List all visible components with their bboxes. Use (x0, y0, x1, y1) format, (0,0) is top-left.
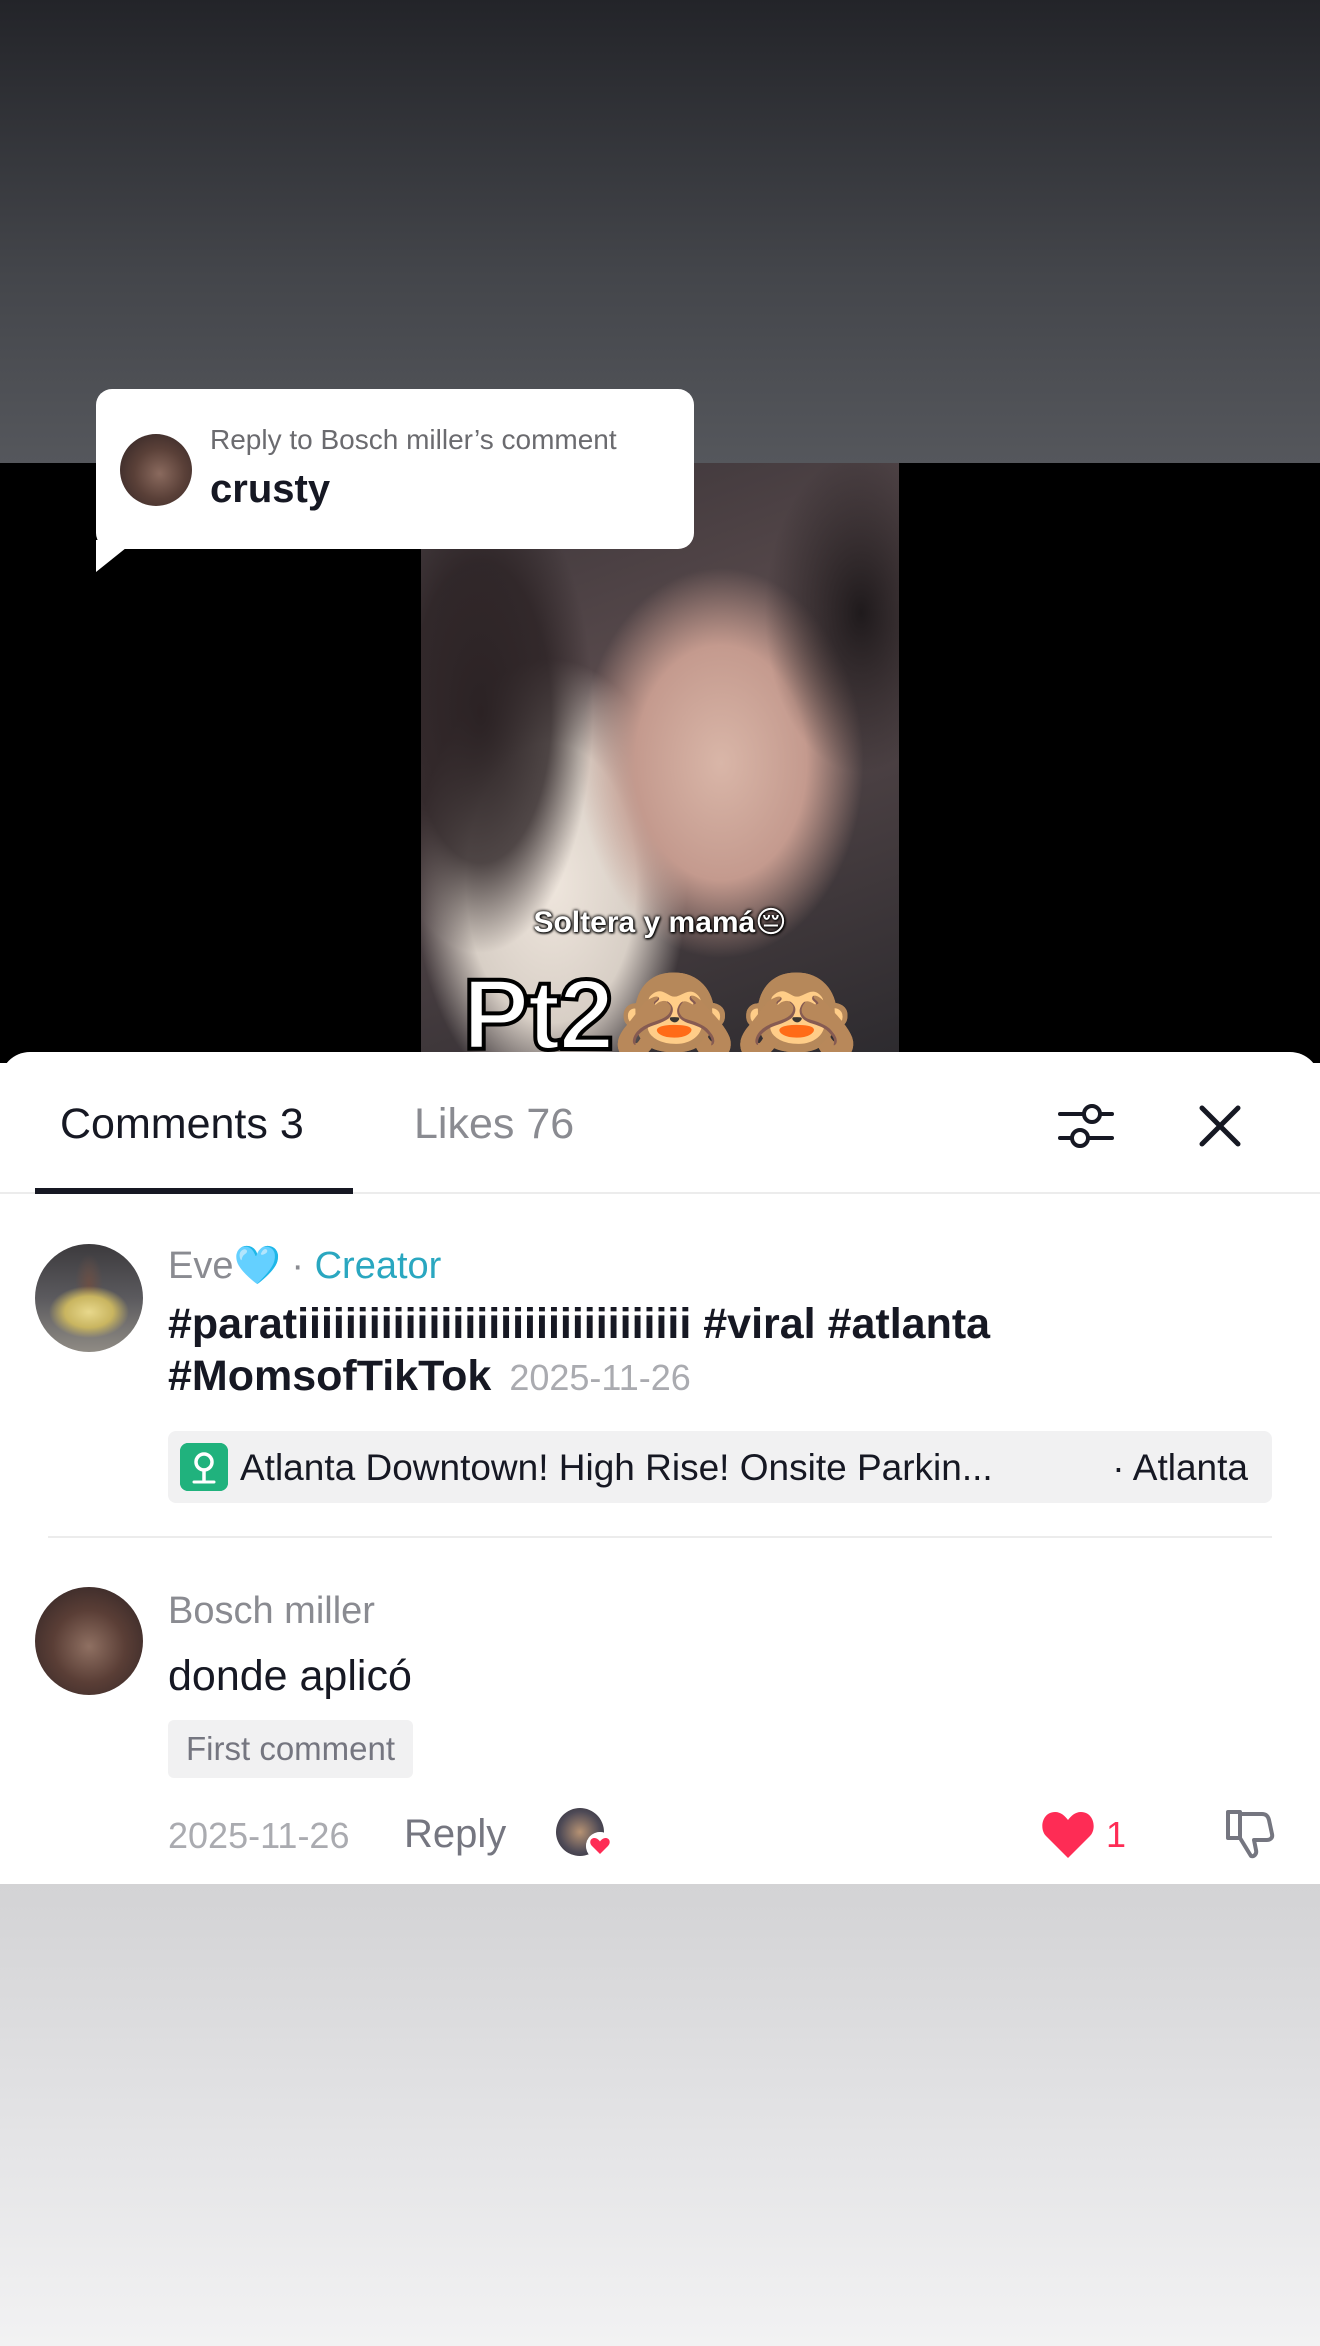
comment-date: 2025-11-26 (509, 1357, 691, 1398)
avatar[interactable] (35, 1587, 143, 1695)
comment-text: donde aplicó (168, 1652, 412, 1700)
tab-comments[interactable]: Comments 3 (60, 1100, 304, 1149)
first-comment-badge: First comment (168, 1720, 414, 1778)
comment-divider (48, 1536, 1272, 1538)
like-count: 1 (1106, 1814, 1127, 1855)
comment-author[interactable]: Eve🩵 · Creator (168, 1244, 441, 1288)
close-icon[interactable] (1190, 1096, 1250, 1156)
creator-liked-heart-icon (586, 1832, 614, 1860)
tab-underline (35, 1188, 353, 1194)
reply-sticker[interactable]: Reply to Bosch miller’s comment crusty (96, 389, 694, 549)
thumbs-down-icon[interactable] (1220, 1804, 1276, 1860)
comment-date: 2025-11-26 (168, 1815, 350, 1856)
reply-sticker-text: crusty (210, 467, 331, 511)
creator-badge: Creator (314, 1245, 442, 1287)
video-caption-small: Soltera y mamá😔 (533, 906, 787, 939)
location-name: Atlanta Downtown! High Rise! Onsite Park… (240, 1447, 993, 1488)
filter-icon[interactable] (1056, 1096, 1116, 1156)
author-name: Eve (168, 1245, 234, 1287)
location-chip[interactable]: Atlanta Downtown! High Rise! Onsite Park… (168, 1431, 1272, 1503)
tab-likes[interactable]: Likes 76 (414, 1100, 574, 1149)
separator: · (280, 1245, 315, 1287)
heart-emoji: 🩵 (233, 1245, 281, 1287)
comment-text: #paratiiiiiiiiiiiiiiiiiiiiiiiiiiiiiiiii … (168, 1298, 1268, 1404)
comments-sheet: Comments 3 Likes 76 Eve🩵 · Creator #para… (0, 1052, 1320, 1884)
reply-sticker-label: Reply to Bosch miller’s comment (210, 424, 617, 455)
location-city: · Atlanta (1112, 1447, 1248, 1488)
avatar (120, 434, 192, 506)
avatar[interactable] (35, 1244, 143, 1352)
location-pin-icon (180, 1443, 228, 1491)
tabs-row: Comments 3 Likes 76 (0, 1052, 1320, 1194)
comment-author[interactable]: Bosch miller (168, 1590, 375, 1633)
keyboard-area-background (0, 1884, 1320, 2346)
heart-icon[interactable] (1040, 1808, 1096, 1860)
reply-sticker-tail (96, 540, 136, 572)
reply-button[interactable]: Reply (404, 1812, 506, 1857)
